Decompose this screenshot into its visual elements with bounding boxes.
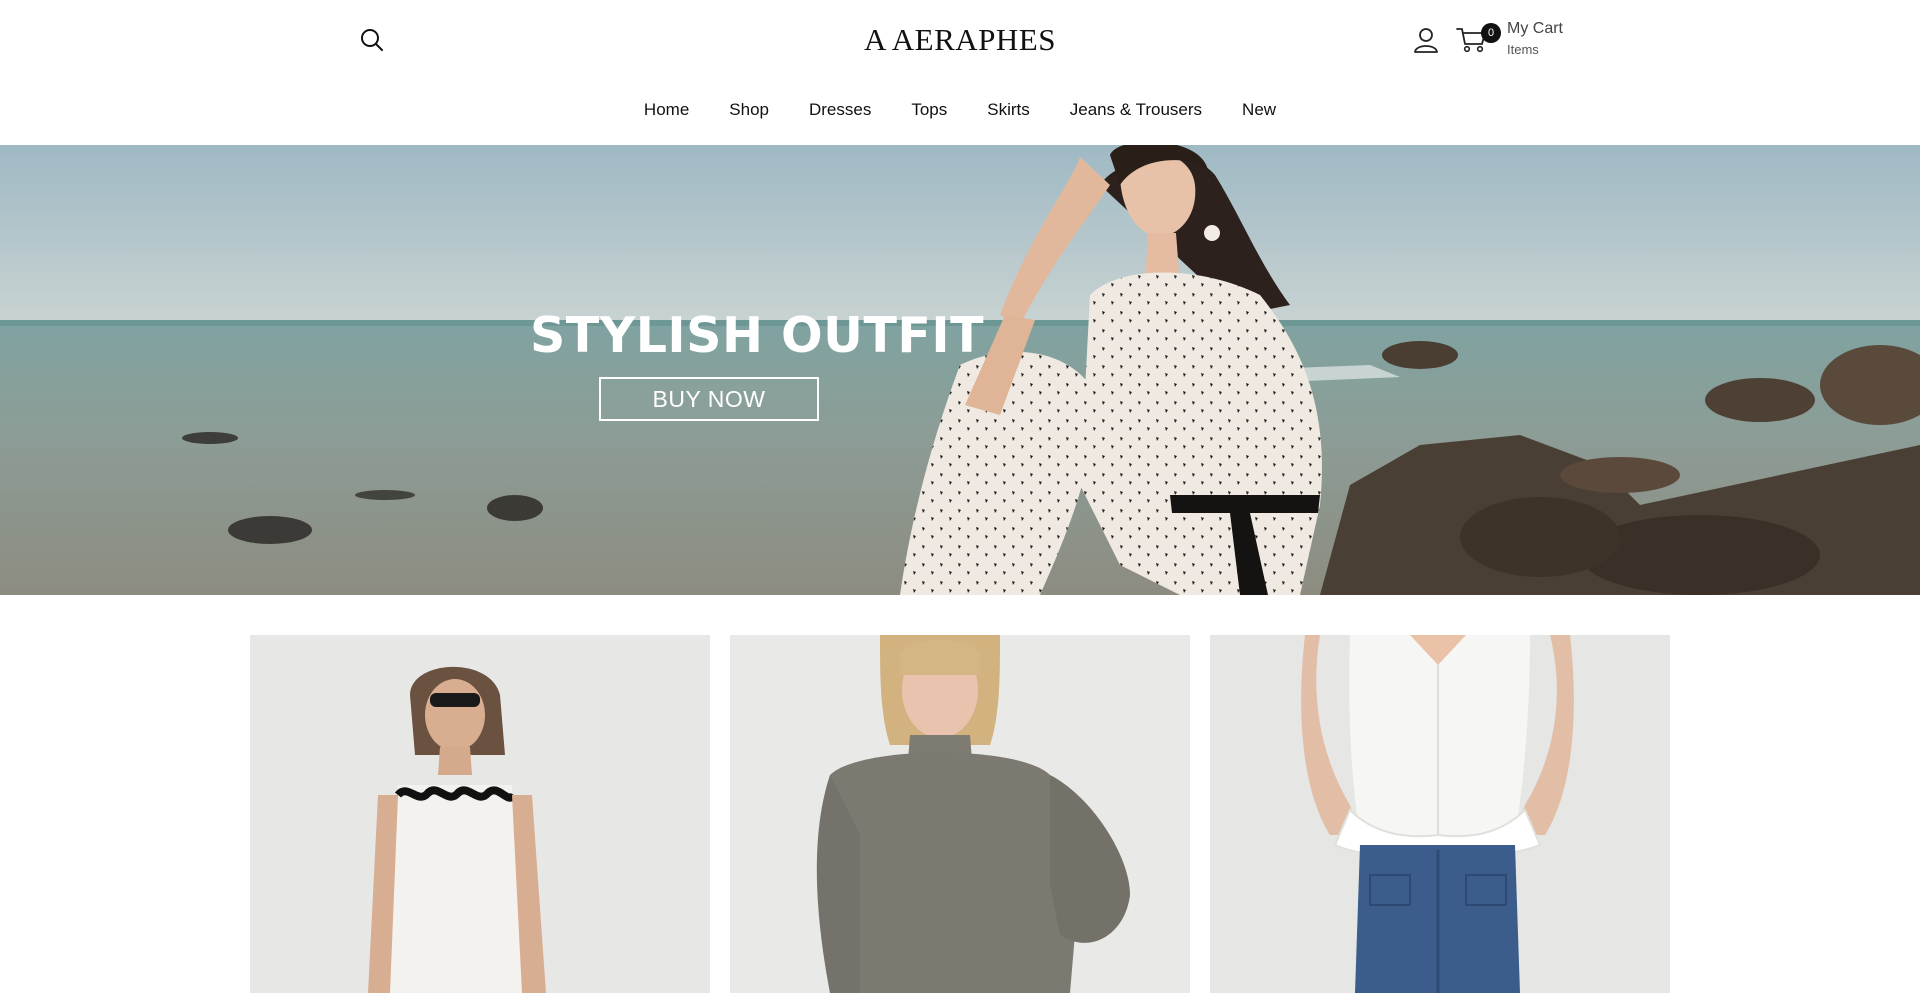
product-image-sweater: [730, 635, 1190, 993]
cart-subtitle: Items: [1507, 42, 1539, 57]
site-logo[interactable]: A AERAPHES: [860, 20, 1060, 60]
product-image-blouse: [1210, 635, 1670, 993]
main-nav: Home Shop Dresses Tops Skirts Jeans & Tr…: [0, 96, 1920, 126]
product-card-dress[interactable]: [250, 635, 710, 993]
nav-item-jeans-trousers[interactable]: Jeans & Trousers: [1050, 96, 1222, 126]
product-image-dress: [250, 635, 710, 993]
nav-item-new[interactable]: New: [1222, 96, 1296, 126]
search-icon: [361, 29, 383, 51]
product-card-blouse[interactable]: [1210, 635, 1670, 993]
nav-item-tops[interactable]: Tops: [891, 96, 967, 126]
logo-text: A AERAPHES: [864, 22, 1056, 57]
search-button[interactable]: [359, 27, 385, 53]
nav-item-skirts[interactable]: Skirts: [967, 96, 1050, 126]
nav-item-dresses[interactable]: Dresses: [789, 96, 891, 126]
user-icon: [1414, 28, 1438, 53]
buy-now-button[interactable]: BUY NOW: [599, 377, 819, 421]
cart-count-badge: 0: [1481, 23, 1501, 43]
hero-banner: STYLISH OUTFIT BUY NOW: [0, 145, 1920, 595]
nav-item-shop[interactable]: Shop: [709, 96, 789, 126]
cart-title: My Cart: [1507, 20, 1563, 37]
account-button[interactable]: [1413, 26, 1439, 54]
nav-item-home[interactable]: Home: [624, 96, 709, 126]
product-grid: [0, 635, 1920, 993]
hero-image: [0, 145, 1920, 595]
product-card-sweater[interactable]: [730, 635, 1190, 993]
site-header: A AERAPHES 0 My Cart Items Home Shop Dre…: [0, 0, 1920, 145]
hero-title: STYLISH OUTFIT: [530, 307, 985, 364]
cart-button[interactable]: 0 My Cart Items: [1456, 18, 1576, 62]
